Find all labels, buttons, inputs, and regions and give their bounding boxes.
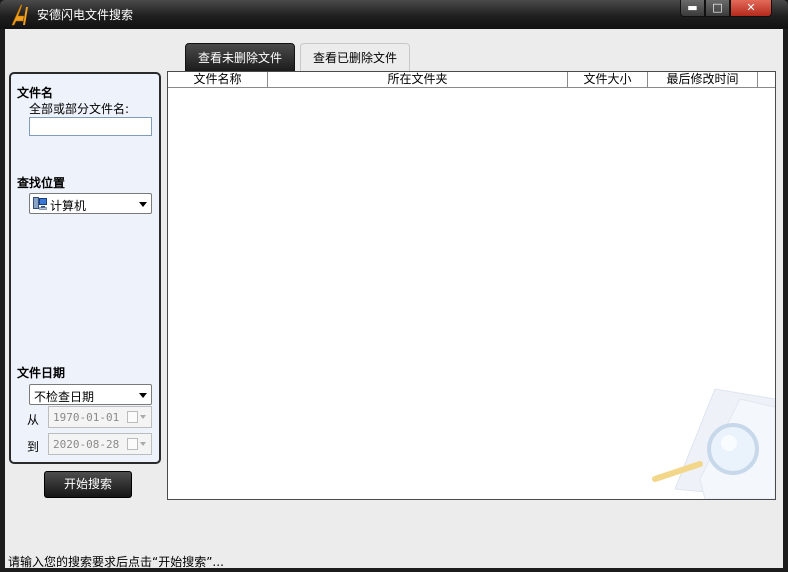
start-search-button[interactable]: 开始搜索 [44,471,132,498]
computer-icon [33,197,47,210]
location-select-value: 计算机 [50,199,87,213]
chevron-down-icon [139,202,147,207]
magnifier-watermark-icon [652,388,775,499]
search-options-panel: 文件名 全部或部分文件名: 查找位置 计算机 文件日期 不检查日期 从 1970… [9,72,161,464]
to-label: 到 [27,440,40,454]
window-title: 安德闪电文件搜索 [37,8,134,22]
maximize-button[interactable]: □ [705,0,730,17]
results-list-header: 文件名称 所在文件夹 文件大小 最后修改时间 [168,72,775,88]
date-mode-value: 不检查日期 [34,390,95,404]
date-mode-select[interactable]: 不检查日期 [29,384,152,405]
maximize-icon: □ [712,1,723,14]
calendar-dropdown-icon [127,411,146,423]
to-date-picker: 2020-08-28 [48,433,152,455]
column-header-size[interactable]: 文件大小 [568,72,648,88]
close-button[interactable]: ✕ [730,0,772,17]
main-client-area: 查看未删除文件 查看已删除文件 文件名 全部或部分文件名: 查找位置 计算机 文… [5,29,783,569]
calendar-dropdown-icon [127,438,146,450]
status-text: 请输入您的搜索要求后点击“开始搜索”... [8,555,224,569]
app-window: 安德闪电文件搜索 ▬ □ ✕ 查看未删除文件 查看已删除文件 文件名 全部或部分… [0,0,788,572]
from-date-picker: 1970-01-01 [48,406,152,428]
filename-section-title: 文件名 [17,86,54,100]
column-header-folder[interactable]: 所在文件夹 [268,72,568,88]
minimize-icon: ▬ [687,1,698,14]
from-label: 从 [27,413,40,427]
title-bar[interactable]: 安德闪电文件搜索 ▬ □ ✕ [0,0,788,29]
close-icon: ✕ [746,1,756,14]
minimize-button[interactable]: ▬ [680,0,705,17]
chevron-down-icon [139,393,147,398]
tab-undeleted-files[interactable]: 查看未删除文件 [185,43,295,73]
from-date-value: 1970-01-01 [53,411,120,424]
date-section-title: 文件日期 [17,366,66,380]
filename-input[interactable] [29,117,152,136]
location-section-title: 查找位置 [17,176,66,190]
results-list[interactable]: 文件名称 所在文件夹 文件大小 最后修改时间 [167,71,776,500]
column-header-filename[interactable]: 文件名称 [168,72,268,88]
column-header-modified[interactable]: 最后修改时间 [648,72,758,88]
app-logo-icon [11,4,28,26]
to-date-value: 2020-08-28 [53,438,120,451]
location-select[interactable]: 计算机 [29,193,152,214]
filename-label: 全部或部分文件名: [29,102,130,116]
tab-deleted-files[interactable]: 查看已删除文件 [300,43,410,73]
